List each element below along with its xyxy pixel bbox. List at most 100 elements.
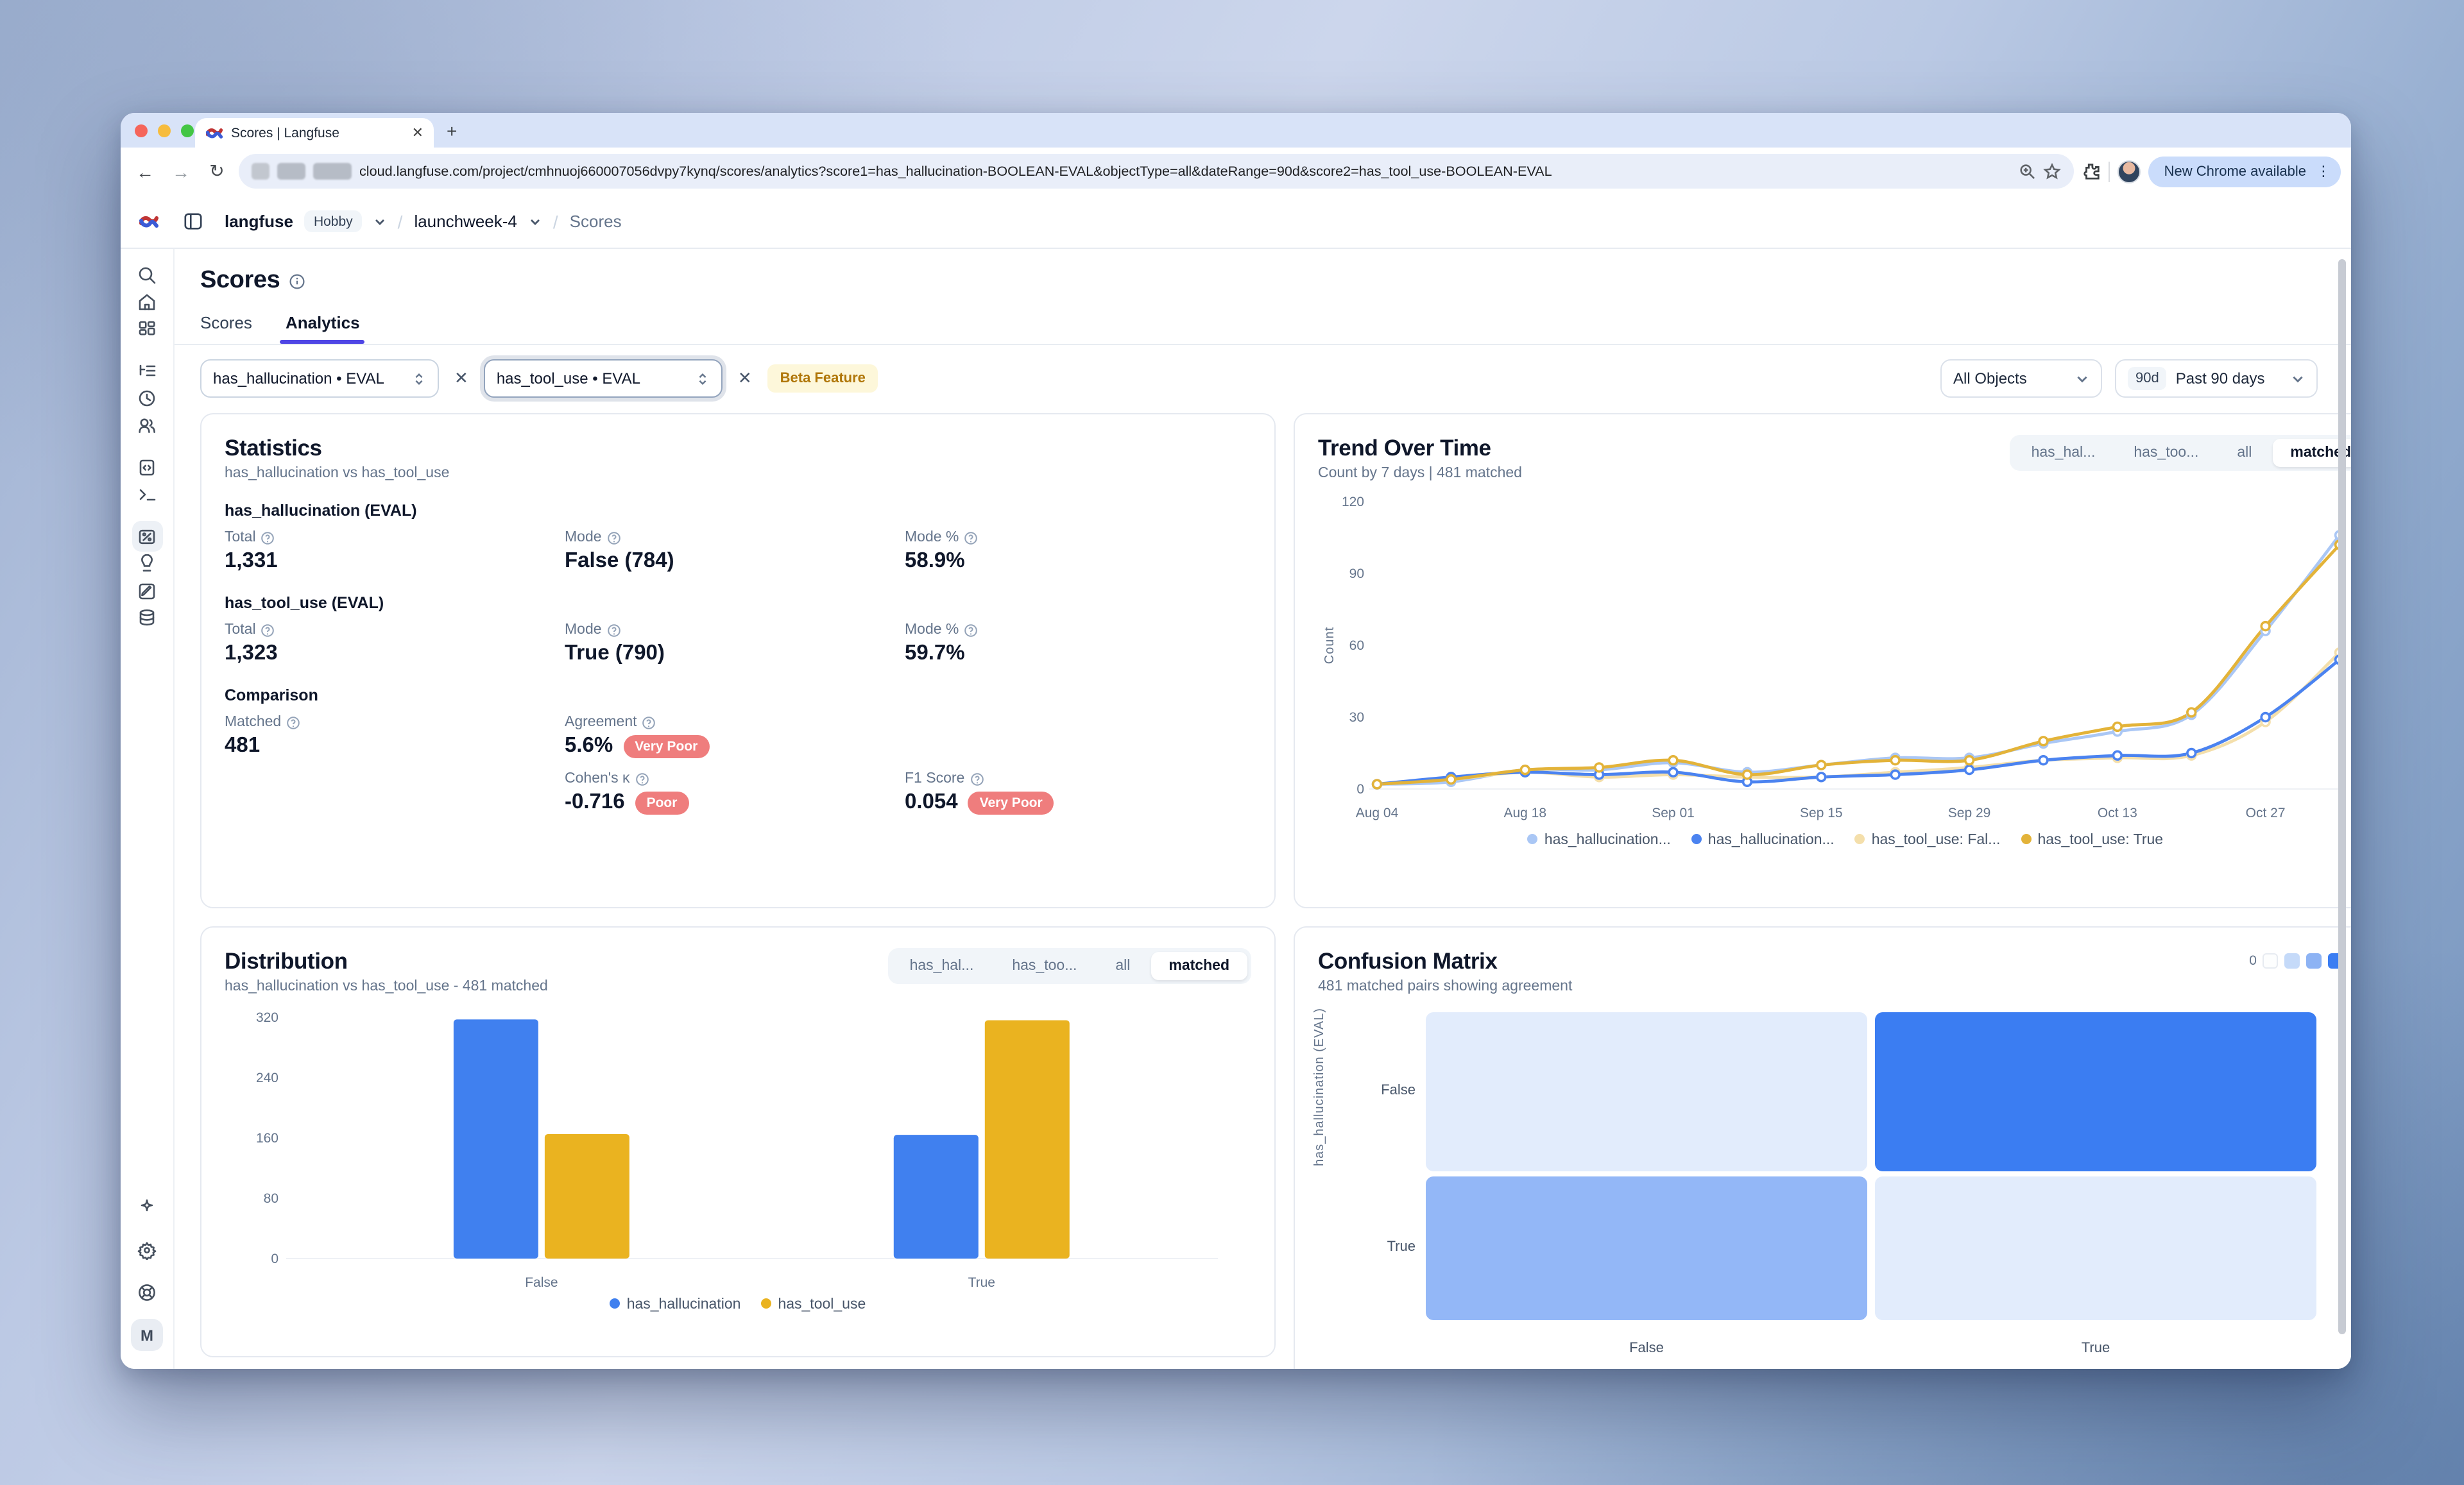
statistics-subtitle: has_hallucination vs has_tool_use bbox=[225, 466, 1251, 481]
view-tab-all[interactable]: all bbox=[2219, 439, 2270, 467]
sidebar-item-prompts[interactable] bbox=[132, 452, 162, 482]
sidebar-item-annotation[interactable] bbox=[132, 575, 162, 606]
date-range-badge: 90d bbox=[2128, 367, 2167, 390]
extensions-puzzle-icon[interactable] bbox=[2082, 162, 2101, 181]
sidebar-item-search[interactable] bbox=[132, 259, 162, 290]
chevron-down-icon[interactable] bbox=[373, 215, 386, 228]
confusion-cell-true-false[interactable] bbox=[1426, 1176, 1867, 1320]
help-icon[interactable] bbox=[607, 530, 621, 545]
help-icon[interactable] bbox=[286, 715, 300, 729]
confusion-cell-false-false[interactable] bbox=[1426, 1012, 1867, 1171]
new-chrome-available-button[interactable]: New Chrome available ⋮ bbox=[2149, 156, 2341, 187]
distribution-legend: has_hallucinationhas_tool_use bbox=[225, 1297, 1251, 1312]
view-tab-matched[interactable]: matched bbox=[1151, 952, 1247, 980]
legend-dot bbox=[2021, 834, 2031, 844]
view-tab-has-too-[interactable]: has_too... bbox=[994, 952, 1095, 980]
view-tab-all[interactable]: all bbox=[1097, 952, 1148, 980]
maximize-window-button[interactable] bbox=[181, 124, 194, 137]
sidebar-item-home[interactable] bbox=[132, 286, 162, 317]
view-tab-has-hal-[interactable]: has_hal... bbox=[2014, 439, 2114, 467]
metric-mode-: Mode %59.7% bbox=[905, 622, 1251, 666]
sidebar-item-datasets[interactable] bbox=[132, 602, 162, 632]
help-icon[interactable] bbox=[970, 772, 984, 786]
breadcrumb-page[interactable]: Scores bbox=[570, 212, 622, 231]
user-avatar[interactable]: M bbox=[131, 1319, 163, 1351]
help-icon[interactable] bbox=[261, 623, 275, 637]
sidebar-item-settings[interactable] bbox=[132, 1234, 162, 1265]
sidebar-item-users[interactable] bbox=[132, 409, 162, 440]
window-controls bbox=[135, 124, 194, 137]
date-range-value: Past 90 days bbox=[2176, 369, 2282, 387]
zoom-page-icon[interactable] bbox=[2019, 163, 2036, 180]
url-bar[interactable]: cloud.langfuse.com/project/cmhnuoj660007… bbox=[239, 154, 2075, 189]
help-icon[interactable] bbox=[964, 623, 978, 637]
score2-select[interactable]: has_tool_use • EVAL bbox=[484, 359, 723, 398]
sidebar-rail: M bbox=[121, 249, 175, 1369]
scale-swatch bbox=[2263, 953, 2279, 969]
help-icon[interactable] bbox=[635, 772, 649, 786]
sidebar-item-tracing[interactable] bbox=[132, 355, 162, 386]
forward-icon[interactable]: → bbox=[167, 161, 195, 182]
sidebar-item-dashboards[interactable] bbox=[132, 313, 162, 344]
sidebar-toggle-icon[interactable] bbox=[184, 212, 203, 231]
info-icon[interactable] bbox=[289, 273, 305, 289]
stats-section-heading: Comparison bbox=[225, 686, 1251, 704]
metric-value: -0.716 bbox=[565, 790, 625, 815]
score2-value: has_tool_use • EVAL bbox=[497, 369, 685, 387]
confusion-title: Confusion Matrix bbox=[1318, 948, 1572, 975]
tab-analytics[interactable]: Analytics bbox=[286, 313, 360, 344]
remove-score2-button[interactable]: ✕ bbox=[735, 368, 755, 389]
minimize-window-button[interactable] bbox=[158, 124, 171, 137]
scrollbar-thumb[interactable] bbox=[2338, 259, 2346, 1334]
new-tab-button[interactable]: + bbox=[447, 121, 457, 141]
url-text[interactable]: cloud.langfuse.com/project/cmhnuoj660007… bbox=[359, 164, 2012, 179]
confusion-subtitle: 481 matched pairs showing agreement bbox=[1318, 979, 1572, 994]
help-icon[interactable] bbox=[261, 530, 275, 545]
svg-text:Sep 15: Sep 15 bbox=[1800, 806, 1843, 820]
legend-item: has_hallucination... bbox=[1528, 833, 1671, 848]
dashboards-icon bbox=[137, 319, 157, 338]
site-info-chip[interactable] bbox=[313, 163, 352, 180]
svg-text:Oct 13: Oct 13 bbox=[2098, 806, 2137, 820]
prompts-icon bbox=[137, 457, 157, 477]
svg-text:0: 0 bbox=[271, 1252, 278, 1266]
sidebar-item-support[interactable] bbox=[132, 1277, 162, 1307]
breadcrumb-project[interactable]: launchweek-4 bbox=[414, 212, 517, 231]
score1-select[interactable]: has_hallucination • EVAL bbox=[200, 359, 439, 398]
chrome-menu-icon[interactable]: ⋮ bbox=[2311, 163, 2336, 180]
tab-title: Scores | Langfuse bbox=[231, 125, 404, 140]
sidebar-item-sessions[interactable] bbox=[132, 382, 162, 413]
tab-close-icon[interactable]: ✕ bbox=[412, 124, 424, 141]
site-info-chip[interactable] bbox=[277, 163, 305, 180]
view-tab-has-too-[interactable]: has_too... bbox=[2116, 439, 2216, 467]
legend-item: has_tool_use: Fal... bbox=[1855, 833, 2001, 848]
sidebar-item-sparkle[interactable] bbox=[132, 1192, 162, 1223]
breadcrumb-org[interactable]: langfuse bbox=[225, 212, 293, 231]
legend-dot bbox=[610, 1298, 620, 1309]
sidebar-item-playground[interactable] bbox=[132, 479, 162, 509]
help-icon[interactable] bbox=[642, 715, 656, 729]
tab-scores[interactable]: Scores bbox=[200, 313, 252, 344]
legend-dot bbox=[1691, 834, 1702, 844]
chevron-down-icon[interactable] bbox=[529, 215, 542, 228]
sidebar-item-evaluators[interactable] bbox=[132, 548, 162, 579]
browser-tab[interactable]: Scores | Langfuse ✕ bbox=[195, 118, 434, 148]
help-icon[interactable] bbox=[607, 623, 621, 637]
sidebar-item-scores[interactable] bbox=[132, 521, 162, 552]
profile-avatar[interactable] bbox=[2118, 160, 2141, 183]
chevrons-up-down-icon bbox=[696, 371, 710, 386]
reload-icon[interactable]: ↻ bbox=[203, 160, 231, 182]
back-icon[interactable]: ← bbox=[131, 161, 159, 182]
bookmark-star-icon[interactable] bbox=[2044, 162, 2062, 180]
scale-swatch bbox=[2307, 953, 2322, 969]
help-icon[interactable] bbox=[964, 530, 978, 545]
remove-score1-button[interactable]: ✕ bbox=[452, 368, 471, 389]
confusion-matrix-card: Confusion Matrix 481 matched pairs showi… bbox=[1294, 926, 2351, 1369]
site-info-chip[interactable] bbox=[252, 163, 270, 180]
object-filter-select[interactable]: All Objects bbox=[1940, 359, 2102, 398]
close-window-button[interactable] bbox=[135, 124, 148, 137]
confusion-cell-true-true[interactable] bbox=[1875, 1176, 2316, 1320]
date-range-select[interactable]: 90d Past 90 days bbox=[2115, 359, 2318, 398]
confusion-cell-false-true[interactable] bbox=[1875, 1012, 2316, 1171]
view-tab-has-hal-[interactable]: has_hal... bbox=[892, 952, 992, 980]
